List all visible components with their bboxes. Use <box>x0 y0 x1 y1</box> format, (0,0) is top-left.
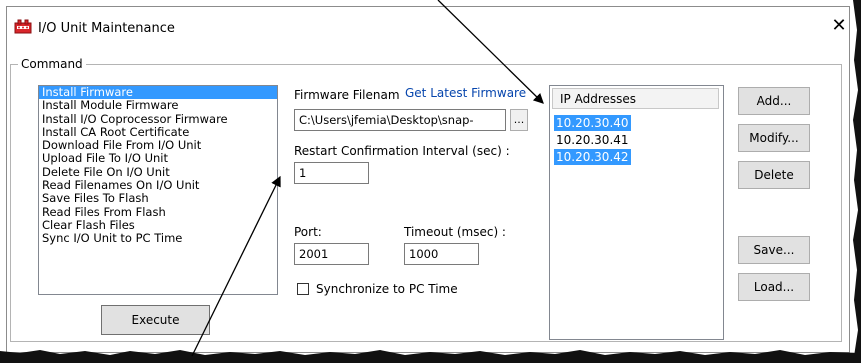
save-button[interactable]: Save... <box>738 236 810 264</box>
firmware-filename-field[interactable]: C:\Users\jfemia\Desktop\snap- <box>294 109 506 131</box>
modify-button[interactable]: Modify... <box>738 124 810 152</box>
command-item-clear-flash-files[interactable]: Clear Flash Files <box>39 218 277 232</box>
browse-button[interactable]: ... <box>510 109 528 131</box>
timeout-label: Timeout (msec) : <box>404 225 506 239</box>
command-item-download-file[interactable]: Download File From I/O Unit <box>39 138 277 152</box>
command-item-delete-file[interactable]: Delete File On I/O Unit <box>39 165 277 179</box>
ip-list-item[interactable]: 10.20.30.40 <box>554 115 631 131</box>
io-unit-red-icon <box>14 19 32 34</box>
delete-button[interactable]: Delete <box>738 161 810 189</box>
port-field[interactable]: 2001 <box>294 243 369 265</box>
sync-pc-time-checkbox[interactable] <box>297 283 309 295</box>
ip-list-item[interactable]: 10.20.30.42 <box>554 149 631 165</box>
restart-interval-label: Restart Confirmation Interval (sec) : <box>294 144 510 158</box>
command-item-upload-file[interactable]: Upload File To I/O Unit <box>39 152 277 166</box>
command-item-save-files-to-flash[interactable]: Save Files To Flash <box>39 192 277 206</box>
command-item-read-filenames[interactable]: Read Filenames On I/O Unit <box>39 178 277 192</box>
command-item-install-ca-root-certificate[interactable]: Install CA Root Certificate <box>39 125 277 139</box>
command-item-install-firmware[interactable]: Install Firmware <box>39 86 277 100</box>
restart-interval-field[interactable]: 1 <box>294 162 369 184</box>
load-button[interactable]: Load... <box>738 273 810 301</box>
torn-edge-decoration <box>0 350 861 363</box>
title-bar: I/O Unit Maintenance ✕ <box>7 7 849 41</box>
port-label: Port: <box>294 225 322 239</box>
command-item-sync-io-unit-time[interactable]: Sync I/O Unit to PC Time <box>39 231 277 245</box>
command-group-label: Command <box>18 57 86 71</box>
get-latest-firmware-link[interactable]: Get Latest Firmware <box>405 86 526 100</box>
ip-list-item[interactable]: 10.20.30.41 <box>554 132 631 148</box>
command-item-install-module-firmware[interactable]: Install Module Firmware <box>39 98 277 112</box>
sync-pc-time-label: Synchronize to PC Time <box>316 282 458 296</box>
execute-button[interactable]: Execute <box>101 305 210 335</box>
torn-edge-decoration <box>853 0 861 363</box>
window-title: I/O Unit Maintenance <box>38 21 175 36</box>
ip-addresses-header[interactable]: IP Addresses <box>552 88 719 109</box>
command-list[interactable]: Install Firmware Install Module Firmware… <box>38 85 278 295</box>
command-item-read-files-from-flash[interactable]: Read Files From Flash <box>39 205 277 219</box>
timeout-field[interactable]: 1000 <box>404 243 479 265</box>
command-item-install-io-coprocessor-firmware[interactable]: Install I/O Coprocessor Firmware <box>39 112 277 126</box>
add-button[interactable]: Add... <box>738 87 810 115</box>
firmware-filename-label: Firmware Filenam <box>294 88 400 102</box>
close-icon[interactable]: ✕ <box>829 15 849 37</box>
